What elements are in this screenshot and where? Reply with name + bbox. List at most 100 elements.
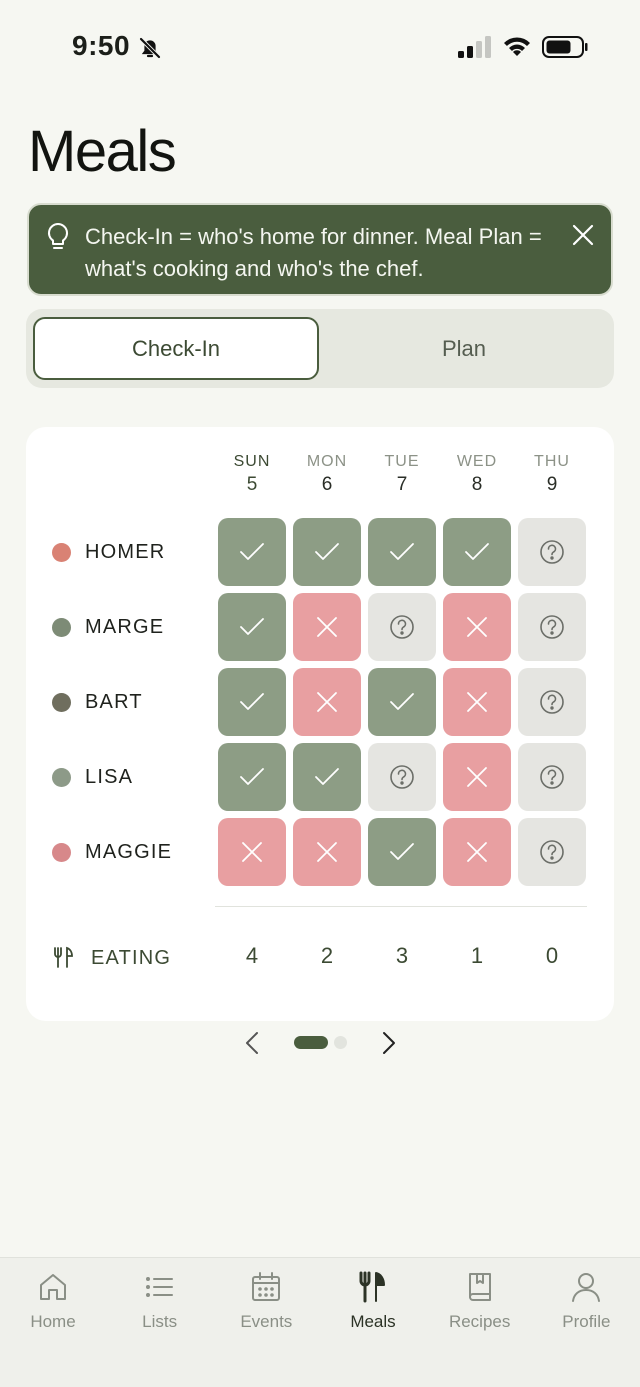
person-color-dot (52, 843, 71, 862)
x-icon (467, 767, 487, 787)
bell-muted-icon (139, 37, 161, 59)
eating-total: 4 (245, 943, 259, 968)
person-name: LISA (85, 766, 134, 788)
person-color-dot (52, 618, 71, 637)
checkin-cell-yes[interactable] (218, 518, 286, 586)
eating-total: 1 (470, 943, 484, 968)
checkin-cell-no[interactable] (293, 593, 361, 661)
checkin-cell-no[interactable] (443, 818, 511, 886)
day-header: SUN 5 (218, 453, 286, 496)
view-toggle: Check-In Plan (26, 309, 614, 388)
x-icon (317, 842, 337, 862)
x-icon (317, 692, 337, 712)
page-indicator (334, 1036, 347, 1049)
day-name: TUE (384, 453, 420, 470)
tab-lists[interactable]: Lists (107, 1270, 213, 1332)
page-indicator-active (294, 1036, 328, 1049)
question-icon (540, 540, 564, 564)
check-icon (240, 693, 264, 710)
day-name: MON (306, 453, 348, 470)
tab-label: Lists (142, 1312, 178, 1331)
checkin-cell-yes[interactable] (218, 593, 286, 661)
checkin-cell-unknown[interactable] (518, 668, 586, 736)
question-icon (390, 765, 414, 789)
question-icon (390, 615, 414, 639)
checkin-cell-unknown[interactable] (368, 593, 436, 661)
tab-home[interactable]: Home (0, 1270, 106, 1332)
eating-total: 0 (545, 943, 559, 968)
person-name: BART (85, 691, 143, 713)
book-icon (468, 1273, 491, 1301)
checkin-cell-no[interactable] (443, 593, 511, 661)
lightbulb-icon (47, 222, 69, 249)
checkin-cell-yes[interactable] (443, 518, 511, 586)
day-number: 5 (246, 474, 258, 495)
home-icon (40, 1274, 66, 1300)
x-icon (242, 842, 262, 862)
person-color-dot (52, 543, 71, 562)
tab-label: Profile (562, 1312, 611, 1331)
checkin-cell-unknown[interactable] (368, 743, 436, 811)
wifi-icon (504, 37, 530, 56)
day-header: WED 8 (443, 453, 511, 496)
checkin-cell-no[interactable] (443, 743, 511, 811)
calendar-icon (252, 1272, 281, 1301)
utensils-icon (359, 1271, 385, 1303)
page-title: Meals (28, 119, 177, 184)
checkin-cell-no[interactable] (293, 668, 361, 736)
tab-check-in[interactable]: Check-In (33, 317, 319, 380)
check-icon (390, 843, 414, 860)
checkin-cell-no[interactable] (443, 668, 511, 736)
check-icon (315, 543, 339, 560)
list-icon (145, 1277, 173, 1297)
check-icon (465, 543, 489, 560)
tab-plan[interactable]: Plan (321, 317, 607, 380)
battery-icon (542, 36, 588, 58)
user-icon (572, 1273, 601, 1302)
checkin-cell-yes[interactable] (368, 668, 436, 736)
checkin-cell-unknown[interactable] (518, 518, 586, 586)
eating-label: EATING (91, 947, 172, 969)
check-icon (390, 693, 414, 710)
checkin-cell-yes[interactable] (218, 743, 286, 811)
tip-banner: Check-In = who's home for dinner. Meal P… (27, 203, 613, 296)
checkin-cell-yes[interactable] (368, 818, 436, 886)
day-number: 8 (471, 474, 483, 495)
checkin-cell-unknown[interactable] (518, 593, 586, 661)
tab-events[interactable]: Events (213, 1270, 319, 1332)
checkin-cell-unknown[interactable] (518, 743, 586, 811)
chevron-left-icon[interactable] (240, 1030, 266, 1056)
person-name: MAGGIE (85, 841, 173, 863)
day-name: SUN (233, 453, 271, 470)
x-icon (467, 617, 487, 637)
x-icon (467, 842, 487, 862)
check-icon (315, 768, 339, 785)
checkin-cell-no[interactable] (293, 818, 361, 886)
checkin-cell-yes[interactable] (218, 668, 286, 736)
day-number: 9 (546, 474, 558, 495)
eating-total: 3 (395, 943, 409, 968)
status-time: 9:50 (72, 30, 131, 61)
day-header: THU 9 (518, 453, 586, 496)
checkin-cell-no[interactable] (218, 818, 286, 886)
tab-recipes[interactable]: Recipes (427, 1270, 533, 1332)
tab-label: Events (240, 1312, 293, 1331)
person-color-dot (52, 768, 71, 787)
x-icon (467, 692, 487, 712)
chevron-right-icon[interactable] (375, 1030, 401, 1056)
tab-meals[interactable]: Meals (320, 1270, 426, 1332)
close-icon[interactable] (569, 221, 597, 249)
day-name: THU (534, 453, 570, 470)
utensils-icon (54, 946, 73, 968)
tab-label: Recipes (448, 1312, 511, 1331)
day-header: TUE 7 (368, 453, 436, 496)
checkin-cell-yes[interactable] (293, 518, 361, 586)
check-icon (390, 543, 414, 560)
status-bar: 9:50 (0, 0, 640, 94)
checkin-cell-unknown[interactable] (518, 818, 586, 886)
question-icon (540, 690, 564, 714)
person-name: MARGE (85, 616, 165, 638)
tab-profile[interactable]: Profile (533, 1270, 639, 1332)
checkin-cell-yes[interactable] (368, 518, 436, 586)
checkin-cell-yes[interactable] (293, 743, 361, 811)
